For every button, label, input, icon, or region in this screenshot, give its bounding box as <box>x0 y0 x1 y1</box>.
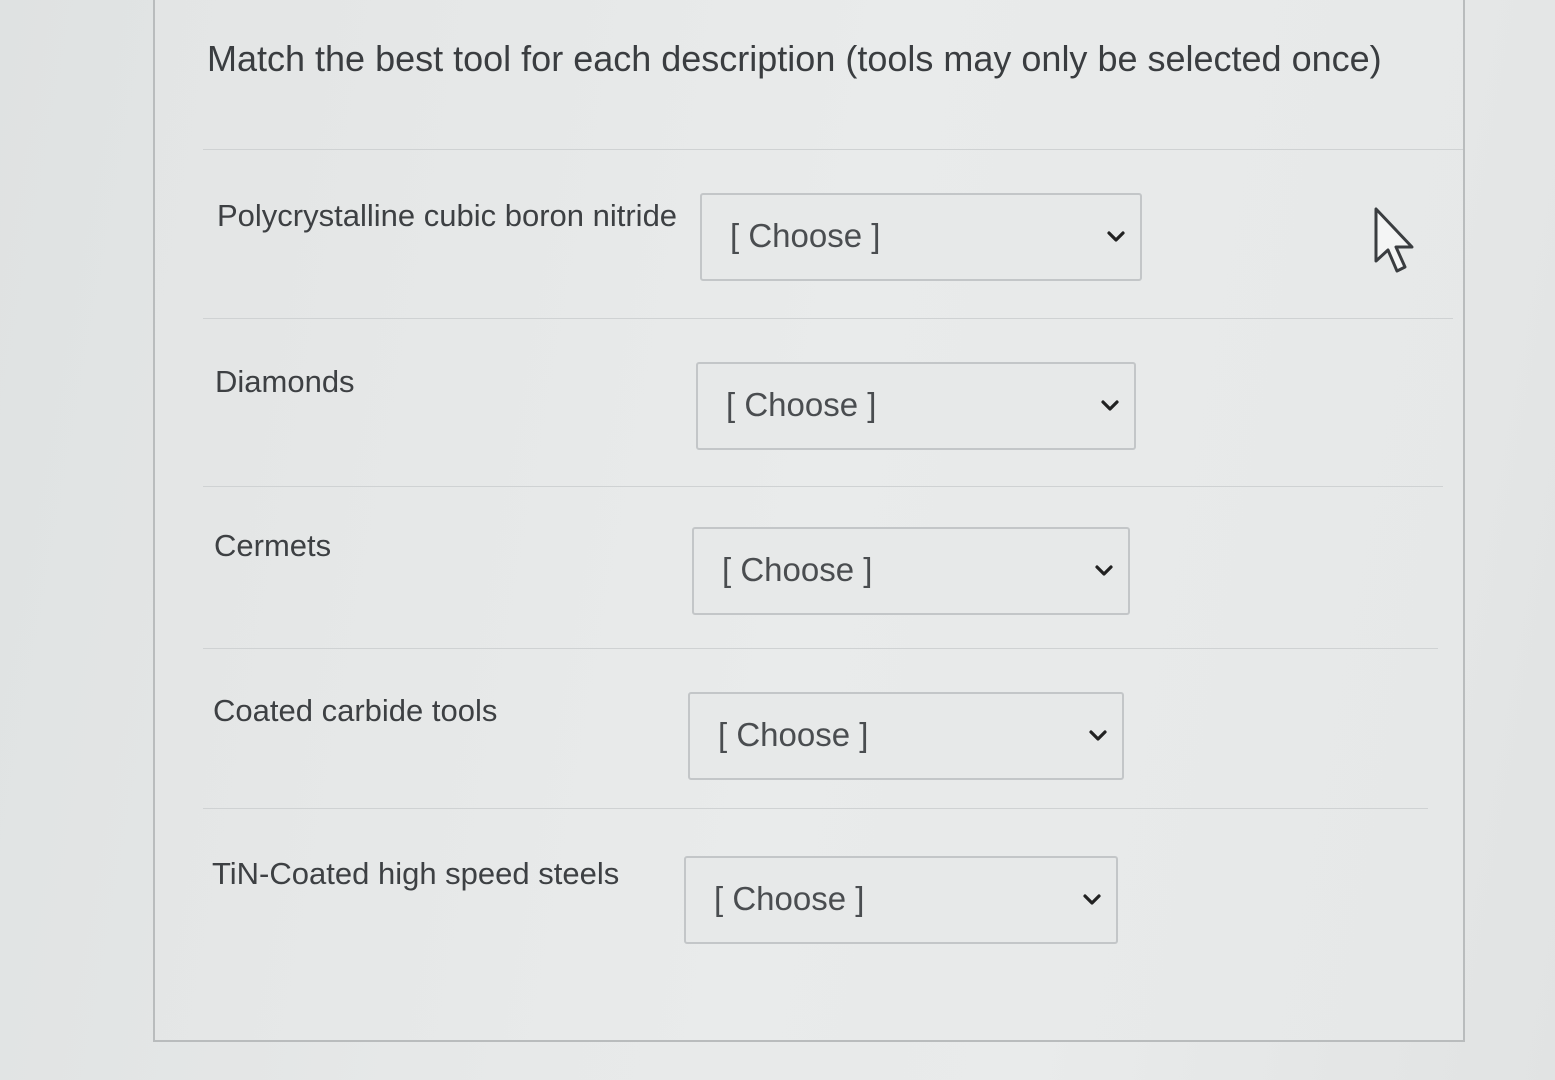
divider <box>203 808 1428 809</box>
select-value: [ Choose ] <box>730 217 881 254</box>
chevron-down-icon <box>1107 231 1125 242</box>
divider <box>203 318 1453 319</box>
question-panel: Match the best tool for each description… <box>153 0 1465 1042</box>
row-label-diamonds: Diamonds <box>215 364 355 399</box>
chevron-down-icon <box>1101 400 1119 411</box>
chevron-down-icon <box>1095 565 1113 576</box>
select-value: [ Choose ] <box>718 716 869 753</box>
select-diamonds[interactable]: [ Choose ] <box>696 362 1136 450</box>
chevron-down-icon <box>1083 894 1101 905</box>
screen: Match the best tool for each description… <box>0 0 1555 1080</box>
divider <box>203 486 1443 487</box>
row-label-cermets: Cermets <box>214 528 332 563</box>
select-pcbn[interactable]: [ Choose ] <box>700 193 1142 281</box>
row-label-tin-coated-hss: TiN-Coated high speed steels <box>212 856 620 891</box>
select-tin-coated-hss[interactable]: [ Choose ] <box>684 856 1118 944</box>
row-label-pcbn: Polycrystalline cubic boron nitride <box>217 198 678 233</box>
question-title: Match the best tool for each description… <box>207 38 1382 79</box>
divider <box>203 149 1463 150</box>
divider <box>203 648 1438 649</box>
chevron-down-icon <box>1089 730 1107 741</box>
select-value: [ Choose ] <box>726 386 877 423</box>
select-value: [ Choose ] <box>722 551 873 588</box>
select-value: [ Choose ] <box>714 880 865 917</box>
row-label-coated-carbide: Coated carbide tools <box>213 693 498 728</box>
select-coated-carbide[interactable]: [ Choose ] <box>688 692 1124 780</box>
mouse-pointer-icon <box>1374 207 1414 273</box>
select-cermets[interactable]: [ Choose ] <box>692 527 1130 615</box>
